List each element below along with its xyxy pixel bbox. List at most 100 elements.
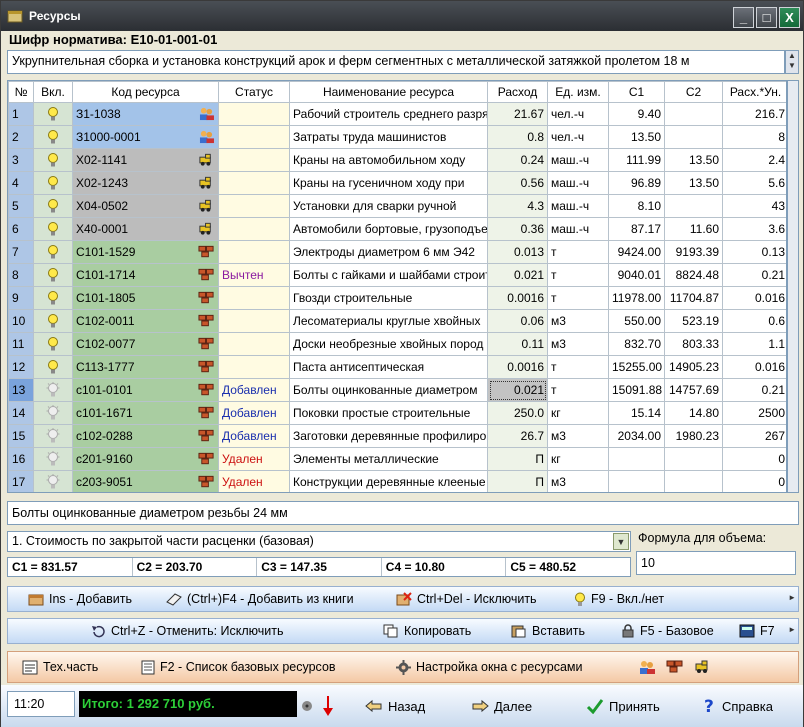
row-code-cell[interactable]: с101-1671 xyxy=(72,401,219,425)
table-row[interactable]: 4 Х02-1243 Краны на гусеничном ходу при 0.5… xyxy=(8,171,786,195)
title-bar[interactable]: Ресурсы _ □ X xyxy=(1,1,803,31)
table-row[interactable]: 6 Х40-0001 Автомобили бортовые, грузоподъе… xyxy=(8,217,786,241)
close-button[interactable]: X xyxy=(779,7,800,28)
base-resources-list-button[interactable]: F2 - Список базовых ресурсов xyxy=(141,652,336,682)
row-number[interactable]: 15 xyxy=(8,424,34,448)
row-enabled-toggle[interactable] xyxy=(33,217,73,241)
row-enabled-toggle[interactable] xyxy=(33,148,73,172)
col-header-c1[interactable]: С1 xyxy=(608,81,665,103)
table-row[interactable]: 2 З1000-0001 Затраты труда машинистов 0.8 че… xyxy=(8,125,786,149)
row-code-cell[interactable]: Х02-1141 xyxy=(72,148,219,172)
accept-button[interactable]: Принять xyxy=(586,685,660,727)
base-button[interactable]: F5 - Базовое xyxy=(621,619,714,643)
row-name[interactable]: Лесоматериалы круглые хвойных xyxy=(289,309,488,333)
row-consumption[interactable]: 0.11 xyxy=(487,332,548,356)
next-button[interactable]: Далее xyxy=(471,685,532,727)
col-header-consumption-per-unit[interactable]: Расх.*Ун. xyxy=(722,81,786,103)
row-code-cell[interactable]: с201-9160 xyxy=(72,447,219,471)
col-header-consumption[interactable]: Расход xyxy=(487,81,548,103)
minimize-button[interactable]: _ xyxy=(733,7,754,28)
col-header-code[interactable]: Код ресурса xyxy=(72,81,219,103)
row-consumption[interactable]: 0.36 xyxy=(487,217,548,241)
col-header-c2[interactable]: С2 xyxy=(664,81,723,103)
table-row[interactable]: 13 с101-0101 Добавлен Болты оцинкованные ди… xyxy=(8,378,786,402)
maximize-button[interactable]: □ xyxy=(756,7,777,28)
toggle-enabled-button[interactable]: F9 - Вкл./нет xyxy=(574,587,664,611)
row-number[interactable]: 14 xyxy=(8,401,34,425)
table-row[interactable]: 9 С101-1805 Гвозди строительные 0.0016 т 1197… xyxy=(8,286,786,310)
row-number[interactable]: 7 xyxy=(8,240,34,264)
description-scroll-arrows[interactable]: ▲ ▼ xyxy=(785,50,799,74)
row-code-cell[interactable]: С101-1714 xyxy=(72,263,219,287)
help-button[interactable]: ? Справка xyxy=(703,685,773,727)
norm-description-field[interactable]: Укрупнительная сборка и установка констр… xyxy=(7,50,785,74)
row-code-cell[interactable]: с101-0101 xyxy=(72,378,219,402)
table-row[interactable]: 5 Х04-0502 Установки для сварки ручной 4.3 м… xyxy=(8,194,786,218)
row-consumption[interactable]: 250.0 xyxy=(487,401,548,425)
undo-button[interactable]: Ctrl+Z - Отменить: Исключить xyxy=(90,619,284,643)
row-code-cell[interactable]: З1-1038 xyxy=(72,102,219,126)
resources-grid[interactable]: № Вкл. Код ресурса Статус Наименование р… xyxy=(7,80,787,493)
row-consumption[interactable]: 0.021 xyxy=(487,378,548,402)
col-header-number[interactable]: № xyxy=(8,81,34,103)
table-row[interactable]: 10 С102-0011 Лесоматериалы круглые хвойных… xyxy=(8,309,786,333)
row-consumption[interactable]: 0.24 xyxy=(487,148,548,172)
row-enabled-toggle[interactable] xyxy=(33,102,73,126)
row-consumption[interactable]: 26.7 xyxy=(487,424,548,448)
row-number[interactable]: 3 xyxy=(8,148,34,172)
row-name[interactable]: Болты оцинкованные диаметром xyxy=(289,378,488,402)
row-consumption[interactable]: П xyxy=(487,447,548,471)
row-name[interactable]: Доски необрезные хвойных пород xyxy=(289,332,488,356)
row-name[interactable]: Электроды диаметром 6 мм Э42 xyxy=(289,240,488,264)
row-enabled-toggle[interactable] xyxy=(33,309,73,333)
row-name[interactable]: Болты с гайками и шайбами строительные xyxy=(289,263,488,287)
row-enabled-toggle[interactable] xyxy=(33,424,73,448)
table-row[interactable]: 3 Х02-1141 Краны на автомобильном ходу 0.24… xyxy=(8,148,786,172)
add-button[interactable]: Ins - Добавить xyxy=(28,587,132,611)
toolbar-scroll-arrow[interactable]: ► xyxy=(788,593,796,602)
row-consumption[interactable]: 4.3 xyxy=(487,194,548,218)
row-number[interactable]: 2 xyxy=(8,125,34,149)
copy-button[interactable]: Копировать xyxy=(383,619,471,643)
row-name[interactable]: Конструкции деревянные клееные xyxy=(289,470,488,492)
row-enabled-toggle[interactable] xyxy=(33,240,73,264)
row-enabled-toggle[interactable] xyxy=(33,401,73,425)
row-number[interactable]: 8 xyxy=(8,263,34,287)
formula-input[interactable]: 10 xyxy=(636,551,796,575)
row-name[interactable]: Паста антисептическая xyxy=(289,355,488,379)
row-name[interactable]: Установки для сварки ручной xyxy=(289,194,488,218)
toolbar2-scroll-arrow[interactable]: ► xyxy=(788,625,796,634)
row-number[interactable]: 1 xyxy=(8,102,34,126)
row-number[interactable]: 16 xyxy=(8,447,34,471)
row-code-cell[interactable]: Х02-1243 xyxy=(72,171,219,195)
row-name[interactable]: Заготовки деревянные профилированные xyxy=(289,424,488,448)
row-consumption[interactable]: 21.67 xyxy=(487,102,548,126)
row-number[interactable]: 4 xyxy=(8,171,34,195)
row-consumption[interactable]: 0.8 xyxy=(487,125,548,149)
row-name[interactable]: Краны на гусеничном ходу при xyxy=(289,171,488,195)
row-enabled-toggle[interactable] xyxy=(33,194,73,218)
row-code-cell[interactable]: с102-0288 xyxy=(72,424,219,448)
arrow-down-icon[interactable] xyxy=(323,685,338,727)
row-enabled-toggle[interactable] xyxy=(33,332,73,356)
row-enabled-toggle[interactable] xyxy=(33,447,73,471)
paste-button[interactable]: Вставить xyxy=(511,619,585,643)
row-consumption[interactable]: 0.06 xyxy=(487,309,548,333)
row-code-cell[interactable]: С101-1529 xyxy=(72,240,219,264)
row-consumption[interactable]: П xyxy=(487,470,548,492)
row-code-cell[interactable]: З1000-0001 xyxy=(72,125,219,149)
row-consumption[interactable]: 0.0016 xyxy=(487,286,548,310)
row-code-cell[interactable]: С113-1777 xyxy=(72,355,219,379)
row-enabled-toggle[interactable] xyxy=(33,286,73,310)
row-number[interactable]: 10 xyxy=(8,309,34,333)
row-enabled-toggle[interactable] xyxy=(33,378,73,402)
chevron-down-icon[interactable]: ▼ xyxy=(613,533,629,550)
row-number[interactable]: 9 xyxy=(8,286,34,310)
row-name[interactable]: Гвозди строительные xyxy=(289,286,488,310)
col-header-name[interactable]: Наименование ресурса xyxy=(289,81,488,103)
row-name[interactable]: Автомобили бортовые, грузоподъемностью xyxy=(289,217,488,241)
filter-machines-button[interactable] xyxy=(692,652,718,682)
filter-workers-button[interactable] xyxy=(636,652,662,682)
table-row[interactable]: 7 С101-1529 Электроды диаметром 6 мм Э42 0.… xyxy=(8,240,786,264)
col-header-enabled[interactable]: Вкл. xyxy=(33,81,73,103)
